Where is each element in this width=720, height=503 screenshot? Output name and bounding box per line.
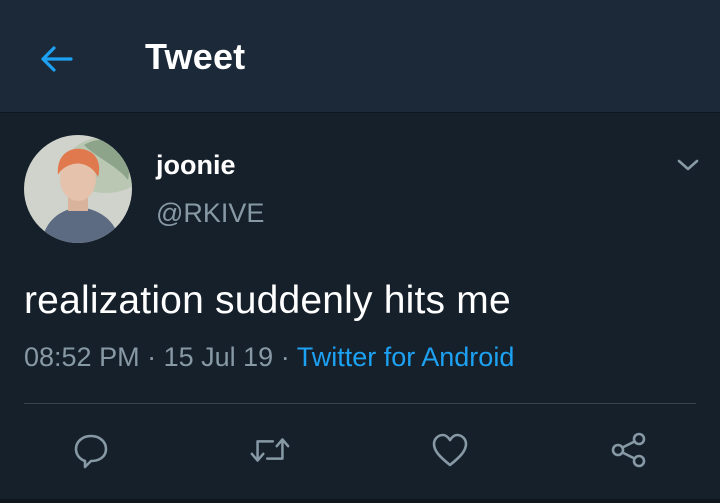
tweet-meta: 08:52 PM · 15 Jul 19 · Twitter for Andro… bbox=[24, 342, 514, 373]
reply-icon bbox=[74, 434, 108, 469]
tweet-source-link[interactable]: Twitter for Android bbox=[297, 342, 515, 372]
top-app-bar: Tweet bbox=[0, 0, 720, 113]
chevron-down-icon bbox=[677, 159, 699, 171]
page-title: Tweet bbox=[145, 36, 246, 77]
like-button[interactable] bbox=[428, 428, 472, 472]
tweet-text: realization suddenly hits me bbox=[24, 279, 511, 322]
tweet-date: 15 Jul 19 bbox=[163, 342, 274, 372]
tweet-detail-screen: Tweet joonie @RKIVE realization suddenly… bbox=[0, 0, 720, 503]
avatar-image bbox=[24, 135, 132, 243]
tweet-options-button[interactable] bbox=[672, 150, 704, 180]
author-handle[interactable]: @RKIVE bbox=[156, 198, 264, 229]
avatar[interactable] bbox=[24, 135, 132, 243]
retweet-icon bbox=[250, 438, 290, 462]
bottom-divider bbox=[0, 499, 720, 503]
heart-icon bbox=[432, 433, 468, 467]
author-display-name[interactable]: joonie bbox=[156, 150, 236, 181]
divider bbox=[24, 403, 696, 404]
back-button[interactable] bbox=[30, 37, 82, 81]
share-button[interactable] bbox=[607, 428, 651, 472]
share-icon bbox=[611, 432, 646, 468]
meta-separator: · bbox=[280, 342, 290, 372]
reply-button[interactable] bbox=[69, 428, 113, 472]
meta-separator: · bbox=[147, 342, 157, 372]
retweet-button[interactable] bbox=[248, 428, 292, 472]
arrow-left-icon bbox=[41, 46, 73, 72]
tweet-time: 08:52 PM bbox=[24, 342, 140, 372]
